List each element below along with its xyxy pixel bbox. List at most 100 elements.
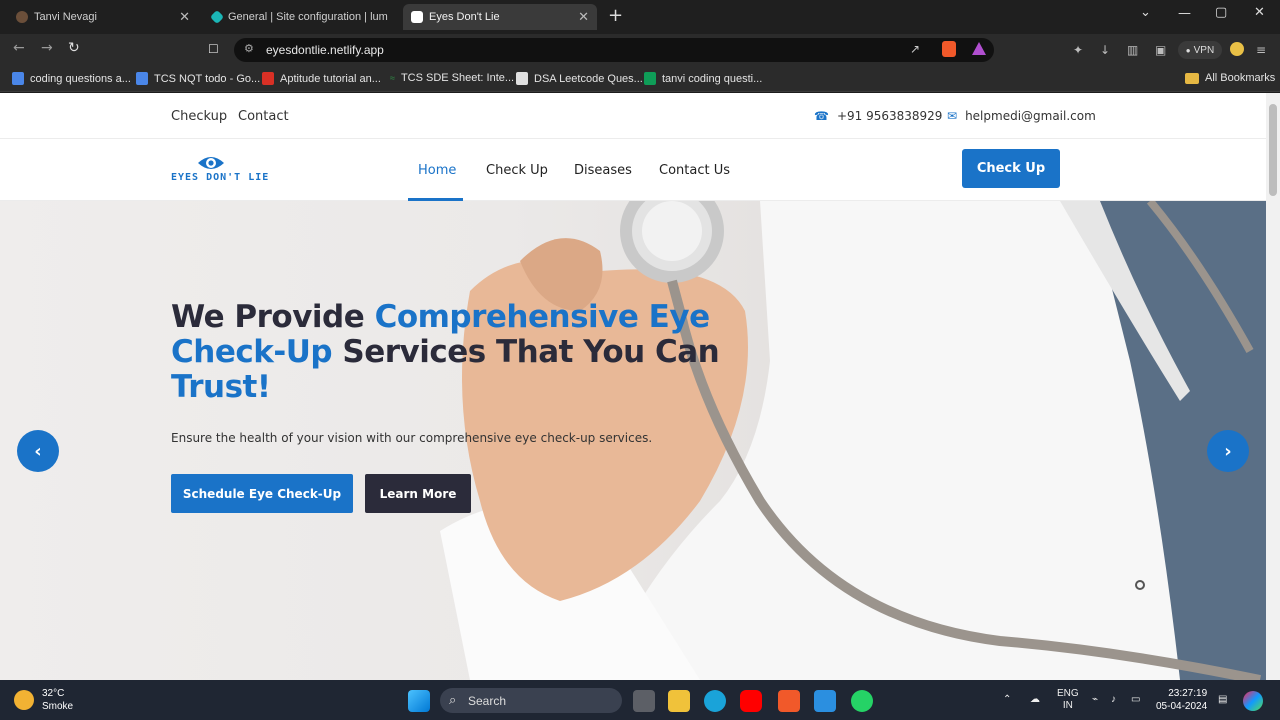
extensions-icon[interactable]: ✦ [1073,43,1083,57]
bookmark-label: All Bookmarks [1205,72,1276,84]
share-icon[interactable]: ↗ [910,42,920,56]
region-code: IN [1062,700,1073,711]
clock-date: 05-04-2024 [1156,701,1208,712]
top-link-checkup[interactable]: Checkup [171,109,227,124]
back-icon[interactable]: ← [13,40,25,56]
tab-site-configuration[interactable]: General | Site configuration | lumino [204,4,396,30]
new-tab-button[interactable]: + [608,7,623,25]
address-bar[interactable]: ⚙ eyesdontlie.netlify.app ↗ [234,38,994,62]
heading-part: We Provide [171,299,375,335]
weather-condition: Smoke [42,701,74,712]
all-bookmarks[interactable]: All Bookmarks [1185,72,1275,84]
docs-icon [12,72,24,85]
check-up-button[interactable]: Check Up [962,149,1060,188]
url-text: eyesdontlie.netlify.app [266,43,384,57]
youtube-icon[interactable] [740,690,762,712]
reload-icon[interactable]: ↻ [68,40,80,56]
battery-icon[interactable]: ▭ [1131,694,1140,705]
brave-rewards-icon[interactable] [972,42,986,55]
nav-diseases[interactable]: Diseases [574,163,632,178]
phone-contact[interactable]: ☎ +91 9563838929 [814,109,942,123]
bookmark-tcs-nqt[interactable]: TCS NQT todo - Go... [136,72,260,85]
close-tab-icon[interactable]: ✕ [578,9,589,25]
profile-favicon-icon [16,11,28,23]
bookmark-icon[interactable]: ☐ [208,42,219,56]
bookmark-label: tanvi coding questi... [662,72,763,85]
hero-heading: We Provide Comprehensive Eye Check-Up Se… [171,300,731,405]
notification-icon[interactable]: ▤ [1218,694,1227,705]
bookmark-dsa-leetcode[interactable]: DSA Leetcode Ques... [516,72,643,85]
carousel-next-button[interactable]: › [1207,430,1249,472]
nav-check-up[interactable]: Check Up [486,163,548,178]
scrollbar-thumb[interactable] [1269,104,1277,196]
system-clock[interactable]: 23:27:19 05-04-2024 [1156,687,1207,713]
folder-icon [1185,72,1199,84]
downloads-icon[interactable]: ↓ [1100,43,1110,57]
top-link-contact[interactable]: Contact [238,109,289,124]
temperature: 32°C [42,688,65,699]
file-explorer-icon[interactable] [668,690,690,712]
nav-home[interactable]: Home [418,163,456,178]
aptitude-icon [262,72,274,85]
site-info-icon[interactable]: ⚙ [244,42,254,55]
maximize-button[interactable]: ▢ [1215,5,1227,20]
bookmark-tanvi-coding[interactable]: tanvi coding questi... [644,72,762,85]
brave-browser-icon[interactable] [778,690,800,712]
onedrive-icon[interactable]: ☁ [1030,694,1040,705]
nav-contact-us[interactable]: Contact Us [659,163,730,178]
taskbar-search[interactable]: ⌕ Search [440,688,622,713]
bookmark-label: TCS NQT todo - Go... [154,72,261,85]
page-icon [516,72,528,85]
heading-part: Services That You Can [332,334,720,370]
vpn-label: VPN [1193,44,1215,56]
language-indicator[interactable]: ENG IN [1057,688,1079,712]
volume-icon[interactable]: ♪ [1111,694,1116,705]
docs-icon [136,72,148,85]
chevron-left-icon: ‹ [34,440,42,462]
learn-more-button[interactable]: Learn More [365,474,471,513]
wifi-icon[interactable]: ⌁ [1092,694,1098,705]
menu-icon[interactable]: ≡ [1256,43,1266,57]
bookmark-coding-questions[interactable]: coding questions a... [12,72,131,85]
schedule-eye-check-up-button[interactable]: Schedule Eye Check-Up [171,474,353,513]
vpn-button[interactable]: ● VPN [1178,41,1222,59]
sheets-icon [644,72,656,85]
netlify-favicon-icon [209,9,225,25]
close-window-button[interactable]: ✕ [1254,5,1265,20]
carousel-prev-button[interactable]: ‹ [17,430,59,472]
weather-widget[interactable]: 32°C Smoke [14,687,73,713]
minimize-button[interactable]: — [1178,6,1191,21]
whatsapp-icon[interactable] [851,690,873,712]
copilot-icon[interactable] [1243,691,1263,711]
wallet-icon[interactable]: ▣ [1155,43,1166,57]
email-address: helpmedi@gmail.com [965,109,1096,123]
tab-tanvi-nevagi[interactable]: Tanvi Nevagi ✕ [8,4,198,30]
envelope-icon: ✉ [947,109,958,123]
chevron-right-icon: › [1224,440,1232,462]
bookmark-tcs-sde[interactable]: ≈ TCS SDE Sheet: Inte... [390,72,514,84]
task-view-icon[interactable] [633,690,655,712]
phone-number: +91 9563838929 [836,109,943,123]
search-icon: ⌕ [449,692,457,707]
show-hidden-icons[interactable]: ⌃ [1003,694,1011,705]
windows-start-icon[interactable] [408,690,430,712]
brave-shield-icon[interactable] [942,41,956,57]
clock-time: 23:27:19 [1168,688,1208,699]
gfg-icon: ≈ [390,73,395,83]
tab-eyes-dont-lie[interactable]: Eyes Don't Lie ✕ [403,4,597,30]
email-contact[interactable]: ✉ helpmedi@gmail.com [947,109,1096,123]
tab-label: Eyes Don't Lie [429,11,500,23]
search-placeholder: Search [468,693,507,708]
close-tab-icon[interactable]: ✕ [179,9,190,25]
bookmark-label: coding questions a... [30,72,131,85]
bookmark-aptitude[interactable]: Aptitude tutorial an... [262,72,381,85]
forward-icon[interactable]: → [41,40,53,56]
sidebar-icon[interactable]: ▥ [1127,43,1138,57]
tab-label: Tanvi Nevagi [34,11,97,23]
edge-icon[interactable] [704,690,726,712]
vpn-dot-icon: ● [1185,45,1191,55]
tab-search-chevron-icon[interactable]: ⌄ [1140,5,1151,20]
vscode-icon[interactable] [814,690,836,712]
bookmark-label: TCS SDE Sheet: Inte... [400,72,515,84]
profile-avatar[interactable] [1230,42,1244,56]
